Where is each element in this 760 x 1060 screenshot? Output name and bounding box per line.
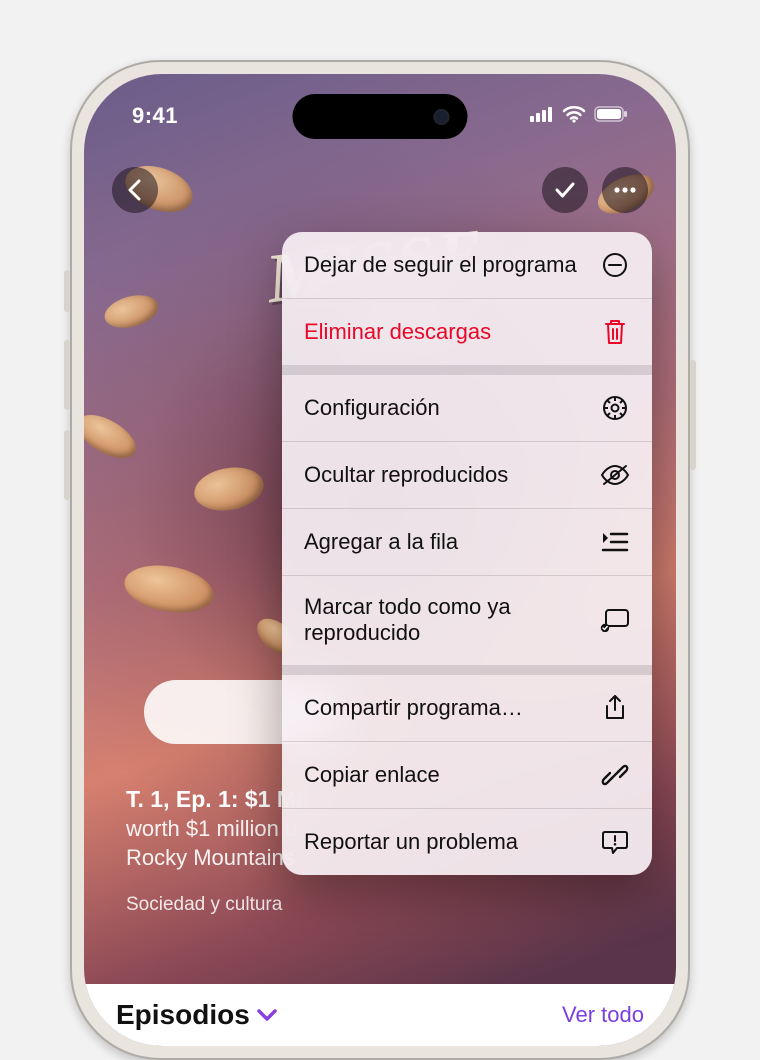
front-camera [434, 109, 450, 125]
chevron-down-icon [256, 1008, 278, 1022]
menu-copy-link[interactable]: Copiar enlace [282, 742, 652, 808]
menu-report[interactable]: Reportar un problema [282, 809, 652, 875]
menu-item-label: Agregar a la fila [304, 529, 588, 555]
menu-item-label: Ocultar reproducidos [304, 462, 588, 488]
more-menu: Dejar de seguir el programa Eliminar des… [282, 232, 652, 875]
dynamic-island [293, 94, 468, 139]
followed-button[interactable] [542, 167, 588, 213]
menu-share[interactable]: Compartir programa… [282, 675, 652, 741]
volume-up-button [64, 340, 70, 410]
chevron-left-icon [126, 179, 144, 201]
check-icon [554, 180, 576, 200]
phone-frame: 9:41 [70, 60, 690, 1060]
coin-decoration [191, 462, 267, 516]
volume-down-button [64, 430, 70, 500]
unfollow-icon [600, 250, 630, 280]
menu-remove-downloads[interactable]: Eliminar descargas [282, 299, 652, 365]
status-icons [530, 105, 628, 128]
menu-item-label: Configuración [304, 395, 588, 421]
queue-icon [600, 527, 630, 557]
share-icon [600, 693, 630, 723]
menu-item-label: Eliminar descargas [304, 319, 588, 345]
battery-icon [594, 106, 628, 127]
status-time: 9:41 [132, 103, 178, 129]
nav-bar [84, 162, 676, 218]
silent-switch [64, 270, 70, 312]
coin-decoration [101, 290, 162, 333]
podcast-category: Sociedad y cultura [126, 894, 356, 916]
episodes-heading-label: Episodios [116, 999, 250, 1031]
power-button [690, 360, 696, 470]
menu-unfollow[interactable]: Dejar de seguir el programa [282, 232, 652, 298]
gear-icon [600, 393, 630, 423]
menu-settings[interactable]: Configuración [282, 375, 652, 441]
coin-decoration [121, 559, 217, 619]
menu-add-queue[interactable]: Agregar a la fila [282, 509, 652, 575]
menu-item-label: Reportar un problema [304, 829, 588, 855]
ellipsis-icon [614, 186, 636, 194]
mark-played-icon [600, 605, 630, 635]
menu-item-label: Dejar de seguir el programa [304, 252, 588, 278]
menu-item-label: Marcar todo como ya reproducido [304, 594, 588, 647]
trash-icon [600, 317, 630, 347]
menu-mark-all-played[interactable]: Marcar todo como ya reproducido [282, 576, 652, 665]
cellular-icon [530, 106, 554, 127]
menu-item-label: Copiar enlace [304, 762, 588, 788]
coin-decoration [84, 406, 143, 467]
more-button[interactable] [602, 167, 648, 213]
report-icon [600, 827, 630, 857]
link-icon [600, 760, 630, 790]
menu-item-label: Compartir programa… [304, 695, 588, 721]
menu-hide-played[interactable]: Ocultar reproducidos [282, 442, 652, 508]
episodes-heading[interactable]: Episodios [116, 999, 278, 1031]
eye-slash-icon [600, 460, 630, 490]
wifi-icon [562, 105, 586, 128]
see-all-link[interactable]: Ver todo [562, 1002, 644, 1028]
screen: 9:41 [84, 74, 676, 1046]
back-button[interactable] [112, 167, 158, 213]
episodes-section-header: Episodios Ver todo [84, 984, 676, 1046]
